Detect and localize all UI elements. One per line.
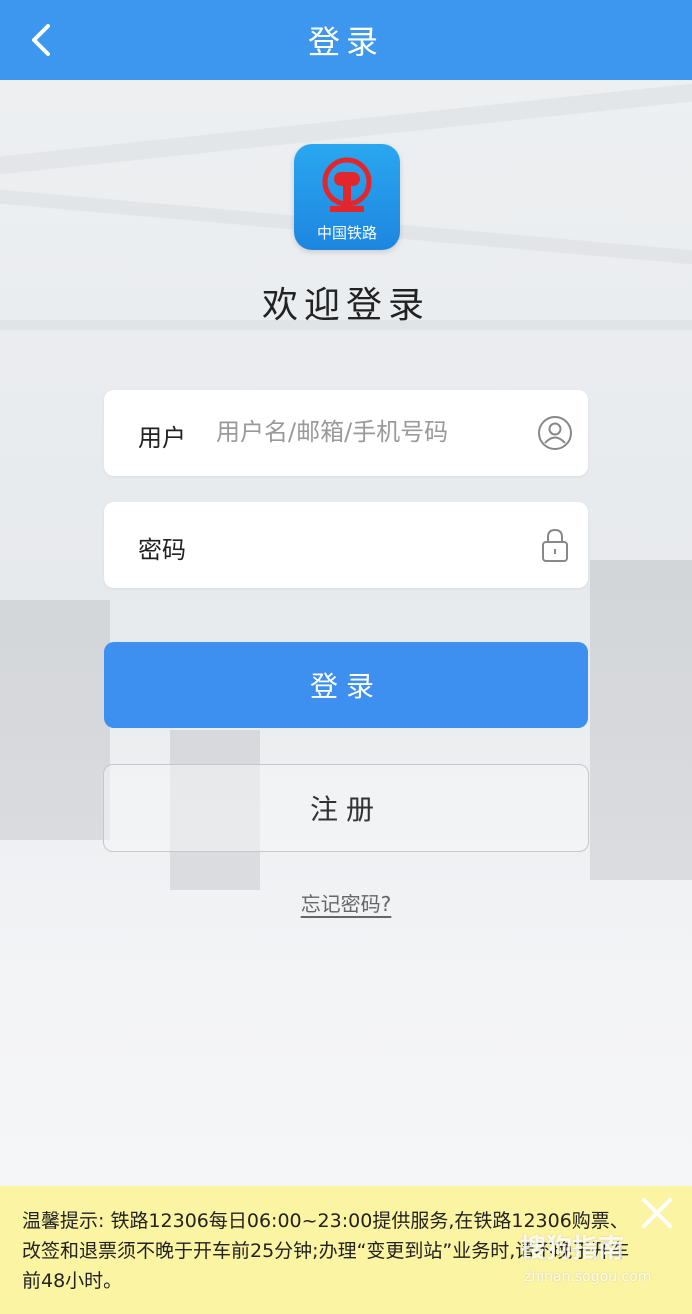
logo-caption: 中国铁路 <box>316 224 377 242</box>
forgot-password-link-wrap: 忘记密码? <box>0 888 692 917</box>
close-icon[interactable] <box>638 1194 676 1232</box>
back-button[interactable] <box>26 20 62 60</box>
username-field: 用户 <box>104 390 588 476</box>
password-field: 密码 <box>104 502 588 588</box>
chevron-left-icon <box>32 24 50 56</box>
watermark-brand: 搜狗指南 <box>520 1234 625 1264</box>
top-bar: 登录 <box>0 0 692 80</box>
welcome-heading: 欢迎登录 <box>261 285 430 326</box>
register-button[interactable]: 注册 <box>103 764 589 852</box>
app-logo: 中国铁路 <box>294 144 400 250</box>
user-circle-icon <box>538 416 572 450</box>
railway-emblem-icon <box>322 157 372 212</box>
password-label: 密码 <box>138 536 186 564</box>
username-label: 用户 <box>138 424 186 452</box>
login-button[interactable]: 登录 <box>104 642 588 728</box>
lock-icon <box>542 528 568 562</box>
forgot-password-link[interactable]: 忘记密码? <box>301 892 392 916</box>
watermark-url: zhinan.sogou.com <box>524 1269 652 1285</box>
page-title: 登录 <box>307 23 384 61</box>
password-input[interactable] <box>216 522 516 566</box>
watermark: 搜狗指南 zhinan.sogou.com <box>520 1228 651 1285</box>
username-input[interactable] <box>216 410 516 454</box>
